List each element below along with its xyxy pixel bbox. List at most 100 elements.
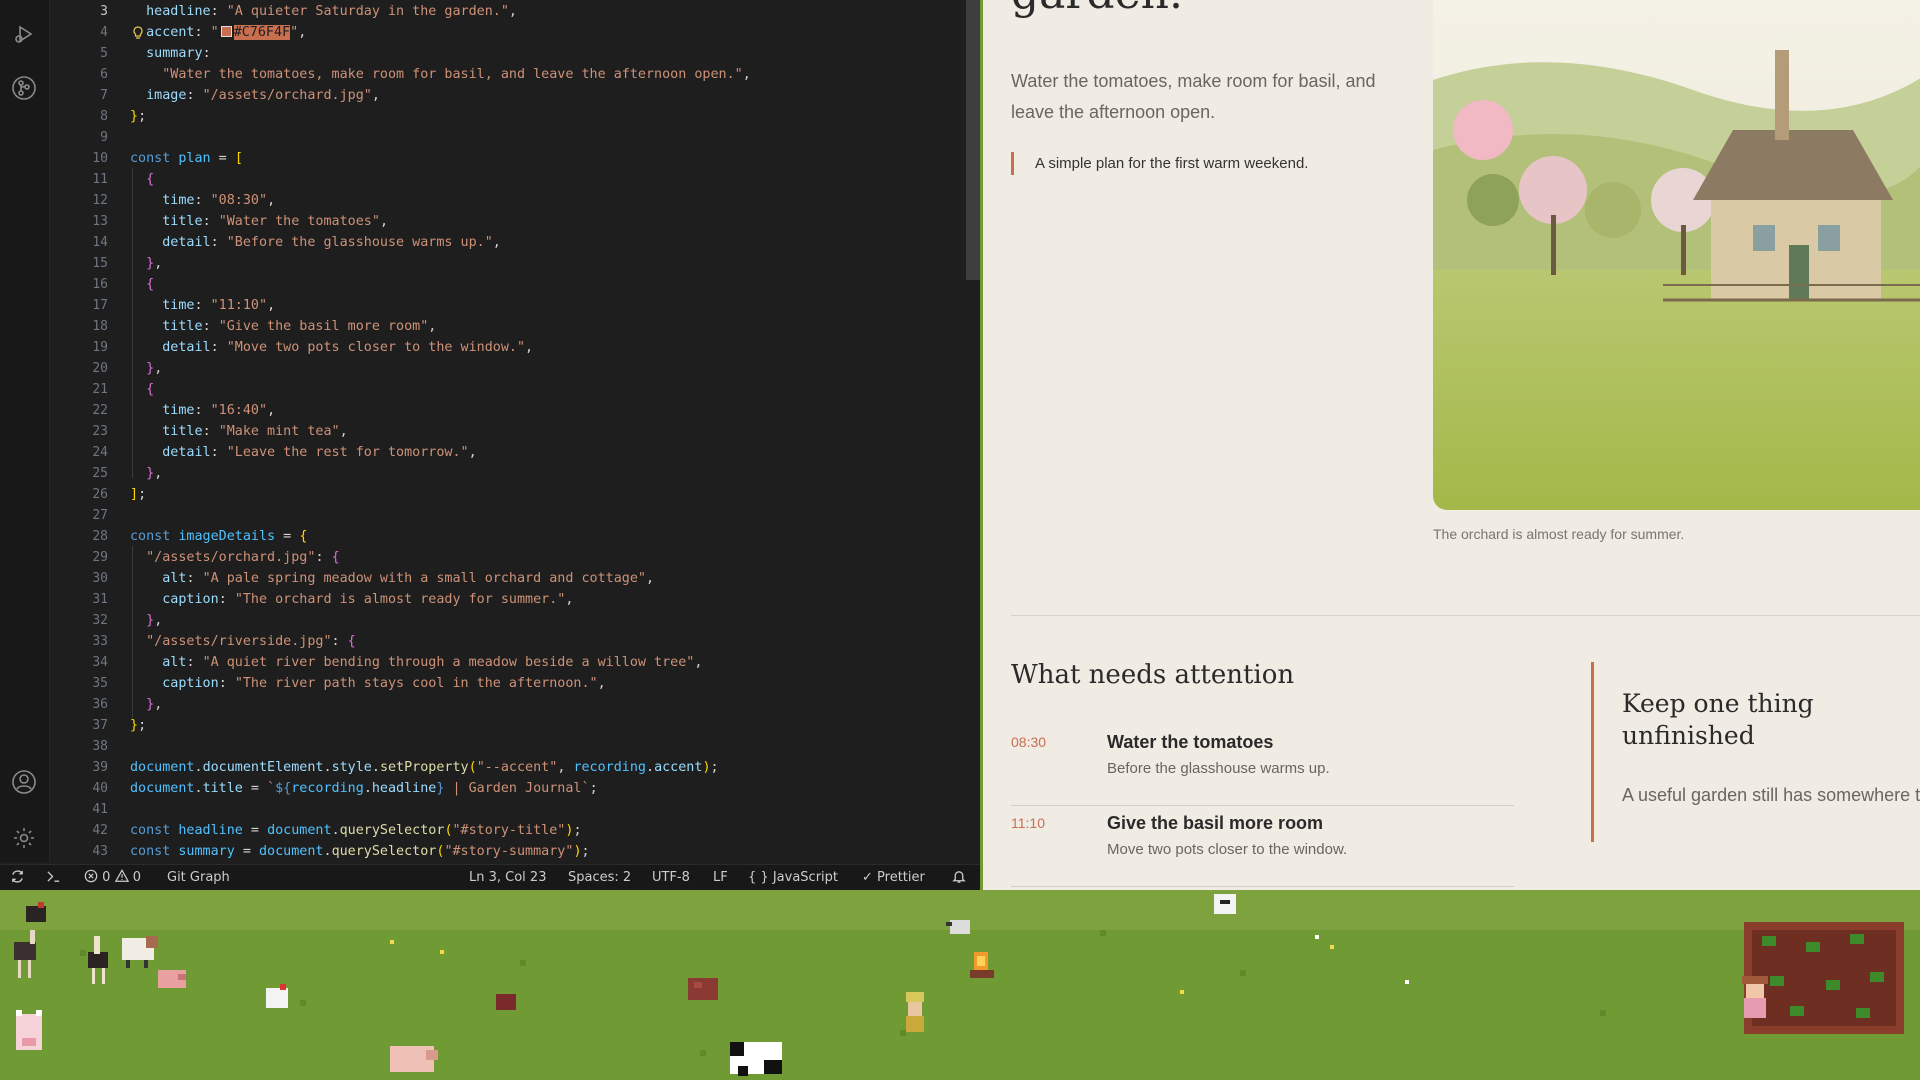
code-line[interactable]: caption: "The orchard is almost ready fo… xyxy=(130,589,573,610)
code-line[interactable]: caption: "The river path stays cool in t… xyxy=(130,673,605,694)
line-number: 16 xyxy=(92,277,108,292)
code-token: : xyxy=(315,550,332,565)
code-token: "The orchard is almost ready for summer.… xyxy=(234,592,566,607)
code-token: { xyxy=(299,529,308,544)
code-line[interactable]: { xyxy=(130,169,154,190)
code-line[interactable]: }, xyxy=(130,694,162,715)
code-line[interactable]: accent: " #C76F4F", xyxy=(130,22,306,43)
code-token: ; xyxy=(581,844,590,859)
campfire-sprite xyxy=(966,948,998,988)
lightbulb-icon[interactable] xyxy=(132,25,144,44)
plan-detail: Move two pots closer to the window. xyxy=(1107,841,1348,858)
git-graph-icon[interactable] xyxy=(8,72,40,104)
code-line[interactable]: "Water the tomatoes, make room for basil… xyxy=(130,64,751,85)
code-token: title xyxy=(130,319,203,334)
panda-sprite xyxy=(724,1036,790,1080)
line-number: 15 xyxy=(92,256,108,271)
remote-icon[interactable] xyxy=(46,865,61,890)
code-token: time xyxy=(130,403,195,418)
code-token: ] xyxy=(130,487,139,502)
plan-time: 08:30 xyxy=(1011,734,1047,750)
code-token: ) xyxy=(702,760,711,775)
attention-heading: What needs attention xyxy=(1011,660,1295,690)
code-token: , xyxy=(492,235,501,250)
chicken-sprite xyxy=(262,982,292,1016)
code-token: , xyxy=(154,361,163,376)
code-token: . xyxy=(323,844,332,859)
code-line[interactable]: image: "/assets/orchard.jpg", xyxy=(130,85,380,106)
code-token: = xyxy=(234,844,259,859)
code-line[interactable]: document.documentElement.style.setProper… xyxy=(130,757,719,778)
code-line[interactable]: summary: xyxy=(130,43,211,64)
bell-icon[interactable] xyxy=(952,865,966,890)
code-token: time xyxy=(130,193,195,208)
code-token: caption xyxy=(130,592,219,607)
code-line[interactable]: }; xyxy=(130,106,146,127)
code-token: , xyxy=(371,88,380,103)
code-token: style xyxy=(331,760,372,775)
code-line[interactable]: headline: "A quieter Saturday in the gar… xyxy=(130,1,517,22)
code-token: document xyxy=(259,844,324,859)
problems-indicator[interactable]: 0 0 xyxy=(84,865,141,890)
plan-title: Water the tomatoes xyxy=(1107,732,1274,752)
code-line[interactable]: alt: "A pale spring meadow with a small … xyxy=(130,568,654,589)
formatter-status[interactable]: ✓ Prettier xyxy=(862,865,925,890)
code-line[interactable]: const imageDetails = { xyxy=(130,526,307,547)
line-number: 22 xyxy=(92,403,108,418)
sync-icon[interactable] xyxy=(10,865,25,890)
code-line[interactable]: { xyxy=(130,379,154,400)
line-number: 21 xyxy=(92,382,108,397)
code-line[interactable]: document.title = `${recording.headline} … xyxy=(130,778,598,799)
encoding-setting[interactable]: UTF-8 xyxy=(652,865,690,890)
code-line[interactable]: detail: "Before the glasshouse warms up.… xyxy=(130,232,501,253)
code-line[interactable]: time: "08:30", xyxy=(130,190,275,211)
code-line[interactable]: }, xyxy=(130,358,162,379)
code-token: ( xyxy=(444,823,453,838)
aside-text: A useful garden still has somewhere to r… xyxy=(1622,780,1920,811)
code-line[interactable]: { xyxy=(130,274,154,295)
code-token: ` xyxy=(267,781,276,796)
line-number: 5 xyxy=(100,46,108,61)
code-line[interactable]: }, xyxy=(130,610,162,631)
code-line[interactable]: time: "16:40", xyxy=(130,400,275,421)
code-line[interactable]: alt: "A quiet river bending through a me… xyxy=(130,652,702,673)
code-line[interactable]: }; xyxy=(130,715,146,736)
code-line[interactable]: time: "11:10", xyxy=(130,295,275,316)
run-debug-icon[interactable] xyxy=(8,18,40,50)
account-icon[interactable] xyxy=(8,766,40,798)
farmer-sprite xyxy=(902,990,928,1038)
code-line[interactable]: ]; xyxy=(130,484,146,505)
pixel-meadow-wallpaper xyxy=(0,890,1920,1080)
code-line[interactable]: "/assets/orchard.jpg": { xyxy=(130,547,340,568)
editor-scrollbar-thumb[interactable] xyxy=(966,0,980,280)
code-line[interactable]: }, xyxy=(130,253,162,274)
code-token: : xyxy=(194,403,211,418)
color-swatch[interactable] xyxy=(220,26,232,37)
code-line[interactable]: const plan = [ xyxy=(130,148,243,169)
code-line[interactable]: const summary = document.querySelector("… xyxy=(130,841,590,862)
code-token: caption xyxy=(130,676,219,691)
git-graph-status-item[interactable]: Git Graph xyxy=(167,865,230,890)
code-line[interactable]: title: "Give the basil more room", xyxy=(130,316,436,337)
code-line[interactable]: detail: "Leave the rest for tomorrow.", xyxy=(130,442,476,463)
plan-item: 08:30 Water the tomatoes Before the glas… xyxy=(1011,726,1514,806)
code-line[interactable]: "/assets/riverside.jpg": { xyxy=(130,631,356,652)
code-token: headline xyxy=(178,823,243,838)
settings-gear-icon[interactable] xyxy=(8,822,40,854)
indentation-setting[interactable]: Spaces: 2 xyxy=(568,865,631,890)
code-area[interactable]: headline: "A quieter Saturday in the gar… xyxy=(130,0,960,862)
cursor-position[interactable]: Ln 3, Col 23 xyxy=(469,865,546,890)
pig-sprite xyxy=(156,966,190,996)
code-token: : xyxy=(194,193,211,208)
code-line[interactable]: }, xyxy=(130,463,162,484)
code-line[interactable]: title: "Water the tomatoes", xyxy=(130,211,388,232)
code-token: , xyxy=(565,592,574,607)
code-token: accent xyxy=(654,760,703,775)
code-line[interactable]: const headline = document.querySelector(… xyxy=(130,820,582,841)
language-mode[interactable]: { } JavaScript xyxy=(748,865,838,890)
line-ending-setting[interactable]: LF xyxy=(713,865,728,890)
aside-body: A useful garden still has somewhere to r… xyxy=(1622,785,1920,805)
code-line[interactable]: detail: "Move two pots closer to the win… xyxy=(130,337,533,358)
code-line[interactable]: title: "Make mint tea", xyxy=(130,421,347,442)
code-token: "#story-title" xyxy=(452,823,566,838)
